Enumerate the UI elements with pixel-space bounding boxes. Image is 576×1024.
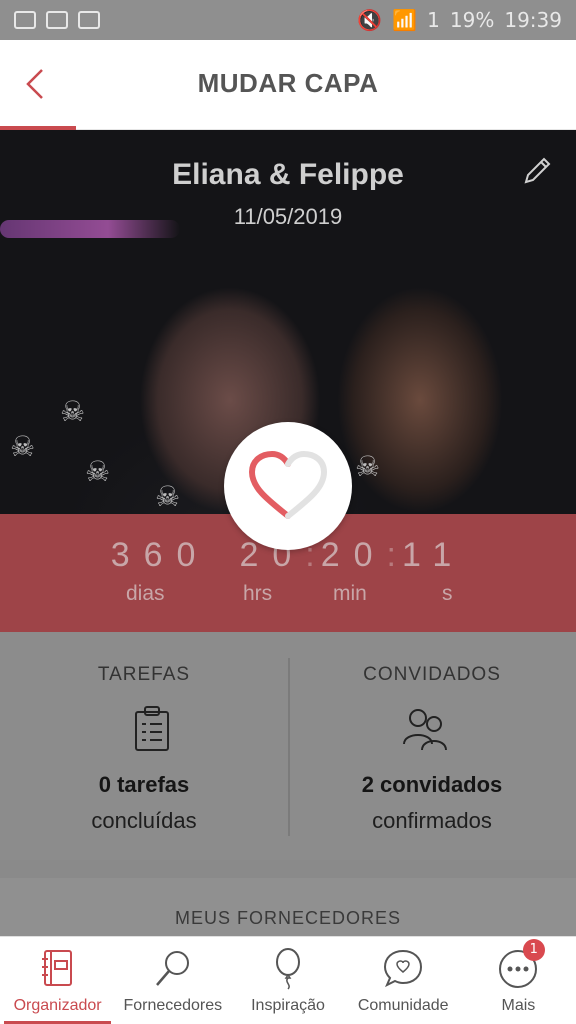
nav-label: Fornecedores [123,997,223,1014]
guests-label: CONVIDADOS [363,664,501,685]
wedding-date: 11/05/2019 [233,204,343,229]
suppliers-title: MEUS FORNECEDORES [174,908,402,928]
status-bar: 🔇 📶 1 19% 19:39 [0,0,576,40]
countdown-minutes: 20 [320,536,387,574]
clock: 19:39 [504,8,562,32]
facebook-icon [46,11,68,29]
chat-heart-icon [384,949,423,988]
tasks-label: TAREFAS [97,664,191,685]
countdown-seconds-label: s [442,582,453,605]
tasks-count: 0 tarefas [98,772,190,797]
couple-names: Eliana & Felippe [172,158,404,191]
battery-level: 19% [449,8,495,32]
gallery-icon [14,11,36,29]
checklist-icon [135,706,169,751]
nav-label: Mais [501,997,536,1014]
system-icons: 🔇 📶 1 19% 19:39 [357,8,562,32]
guests-icon [403,709,447,751]
heart-badge [224,422,352,550]
pencil-icon [524,157,551,184]
heart-icon [248,450,328,519]
skull-pattern: ☠ [355,450,381,483]
nav-label: Organizador [13,997,102,1014]
bottom-navigation: Organizador Fornecedores Inspiração Comu… [0,936,576,1024]
voicemail-icon [78,11,100,29]
countdown-days-label: dias [126,582,165,605]
edit-button[interactable] [520,154,554,188]
nav-label: Inspiração [251,997,325,1014]
wifi-icon: 📶 [392,8,418,32]
mute-icon: 🔇 [357,8,383,32]
sim-indicator: 1 [427,8,440,32]
notification-icons [14,11,100,29]
suppliers-section[interactable]: MEUS FORNECEDORES [0,878,576,938]
skull-pattern: ☠ [60,395,86,428]
countdown-minutes-label: min [333,582,367,605]
skull-pattern: ☠ [85,455,111,488]
notification-badge: 1 [522,939,545,961]
guests-sub: confirmados [372,808,492,833]
guests-count: 2 convidados [361,772,503,797]
countdown-seconds: 11 [402,536,466,574]
skull-pattern: ☠ [155,480,181,513]
nav-organizador[interactable]: Organizador [0,937,115,1024]
top-app-bar: MUDAR CAPA [0,40,576,130]
balloon-icon [276,948,300,990]
tasks-sub: concluídas [91,808,197,833]
countdown-hours-label: hrs [243,582,273,605]
tasks-card[interactable]: TAREFAS 0 tarefas concluídas [0,632,288,860]
nav-comunidade[interactable]: Comunidade [346,937,461,1024]
nav-label: Comunidade [357,997,449,1014]
nav-inspiracao[interactable]: Inspiração [230,937,345,1024]
separator: : [386,536,396,574]
nav-mais[interactable]: 1 Mais [461,937,576,1024]
nav-fornecedores[interactable]: Fornecedores [115,937,230,1024]
countdown-days: 360 [110,536,210,574]
search-icon [155,951,189,986]
notebook-icon [41,950,72,986]
guests-card[interactable]: CONVIDADOS 2 convidados confirmados [288,632,576,860]
page-title: MUDAR CAPA [197,68,379,98]
stats-divider [288,658,290,836]
skull-pattern: ☠ [10,430,36,463]
